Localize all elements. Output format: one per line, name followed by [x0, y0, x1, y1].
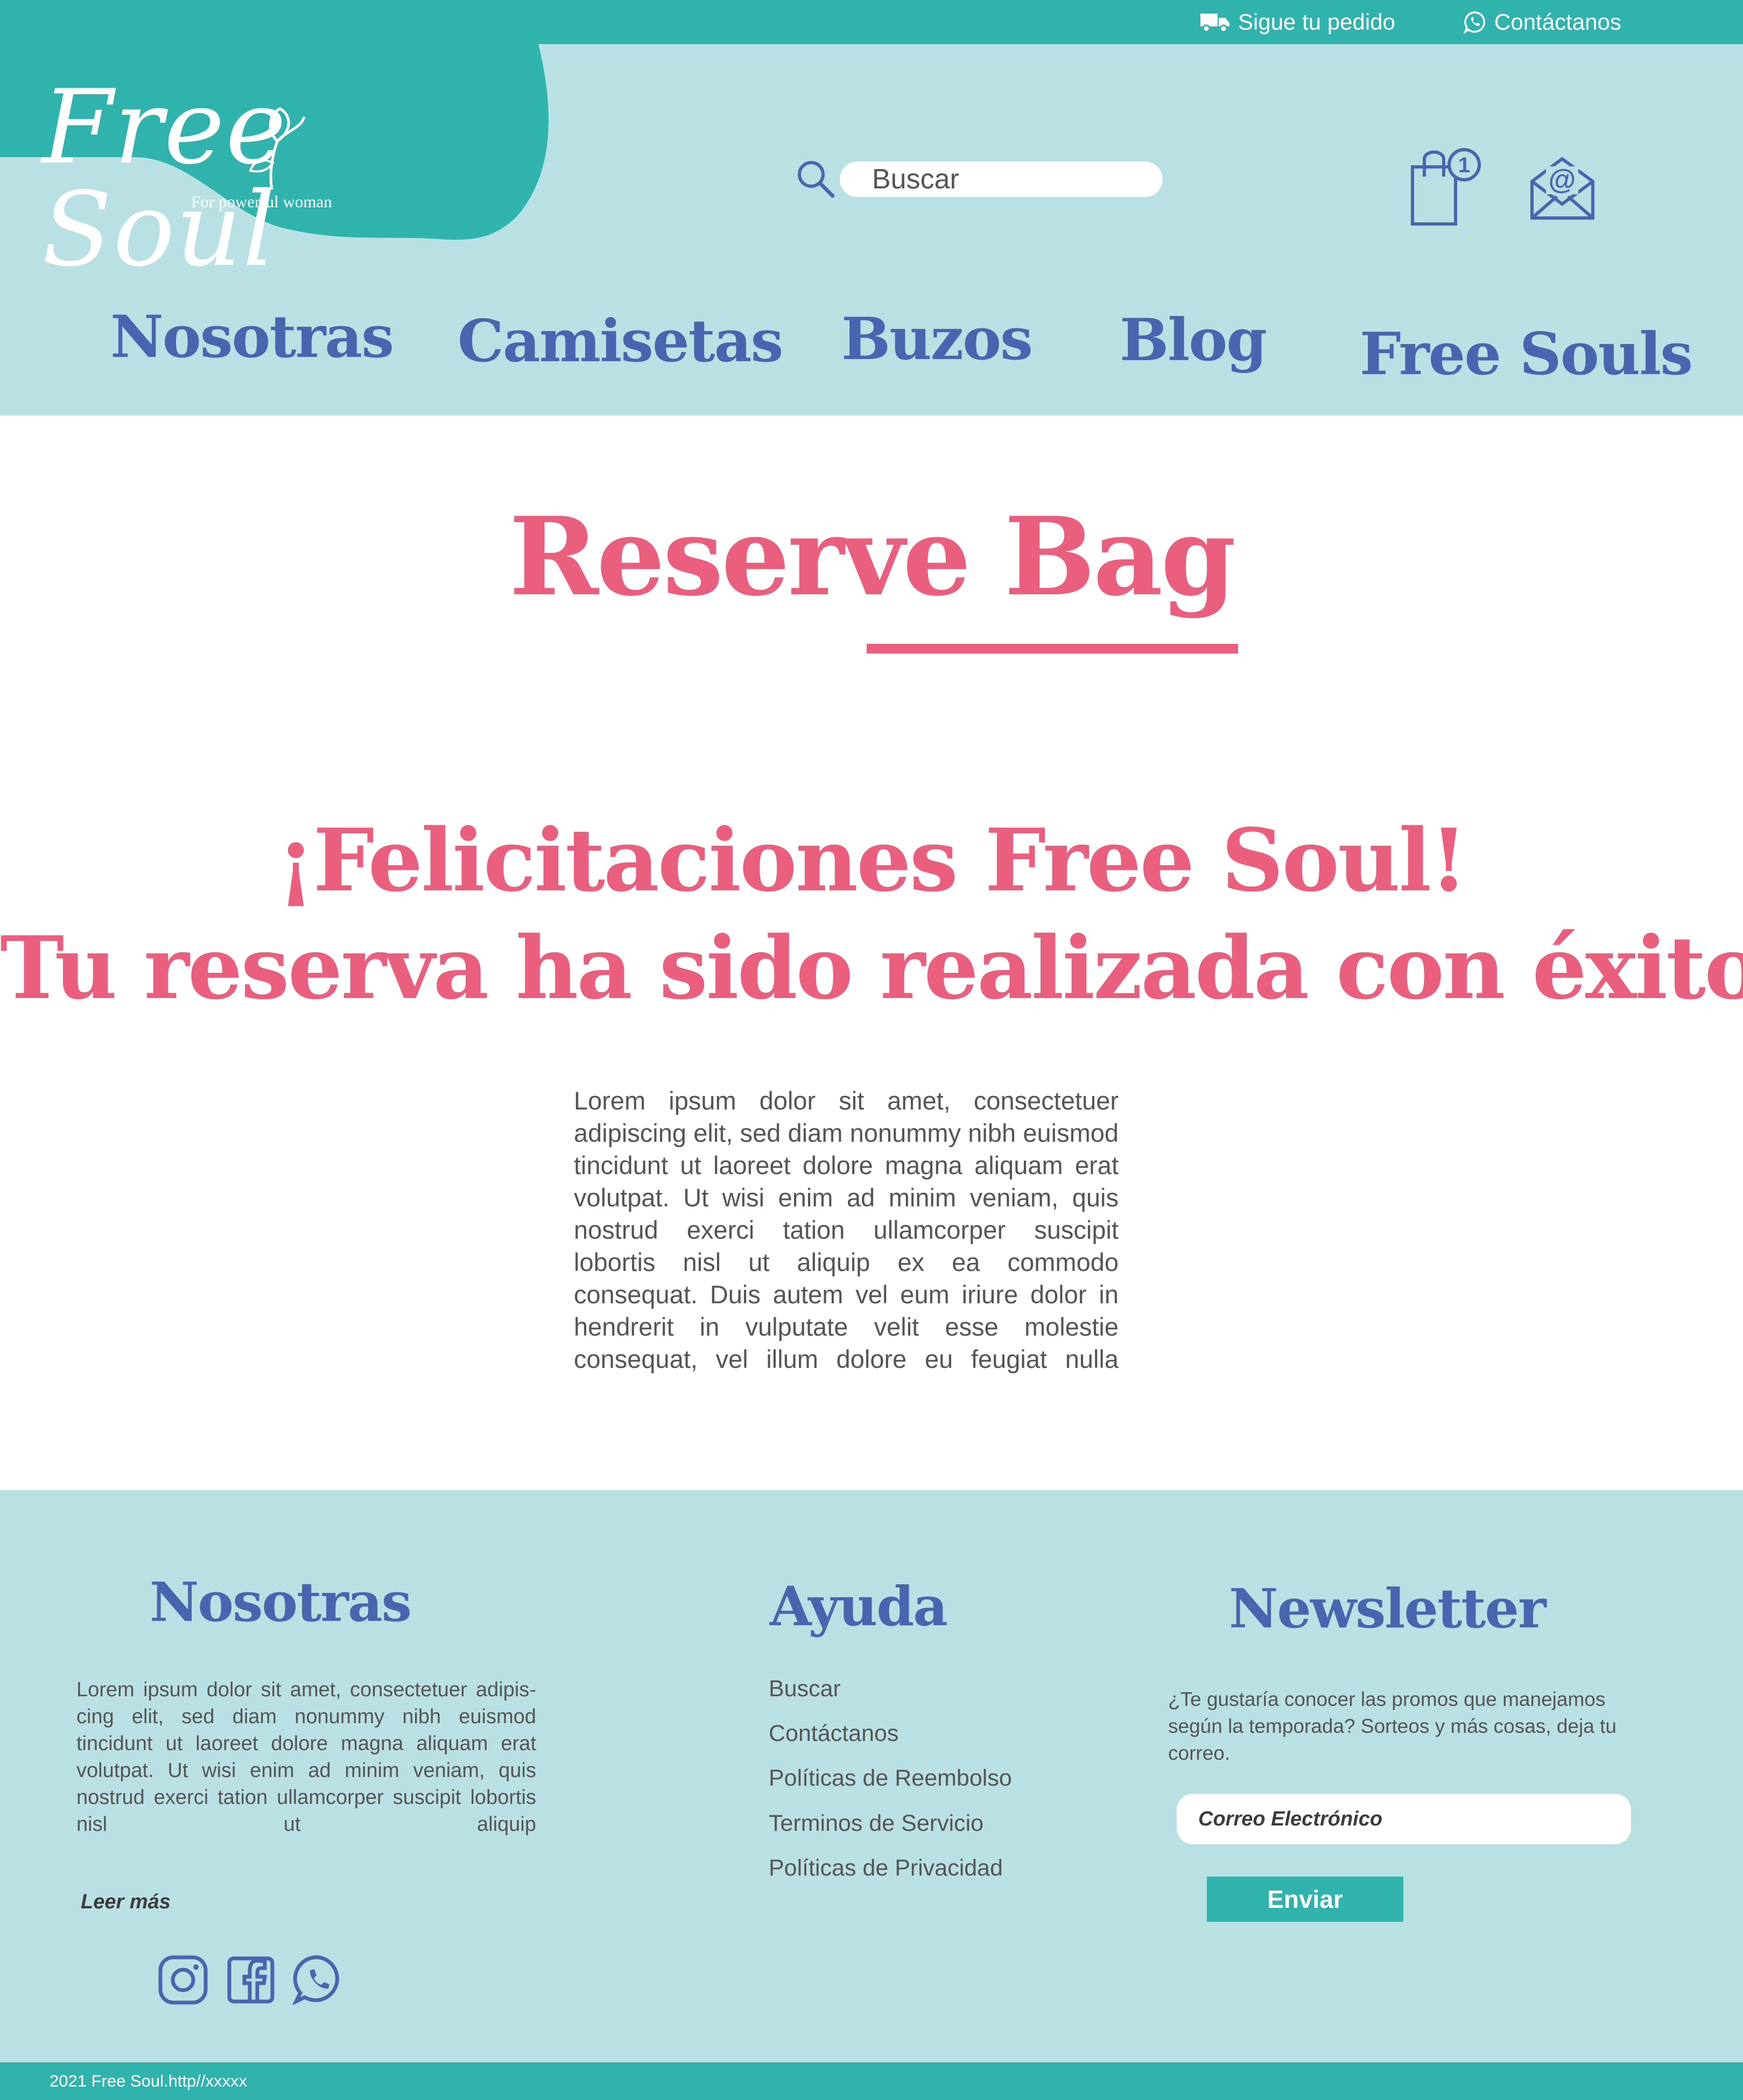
- title-underline: [867, 644, 1238, 654]
- help-link-reembolso[interactable]: Políticas de Reembolso: [769, 1767, 1012, 1790]
- nav-item-buzos[interactable]: Buzos: [841, 310, 1033, 368]
- bottom-bar: 2021 Free Soul.http//xxxxx: [0, 2062, 1743, 2100]
- copyright-text: 2021 Free Soul.http//xxxxx: [50, 2071, 248, 2090]
- whatsapp-icon: [1463, 11, 1486, 34]
- read-more-link[interactable]: Leer más: [81, 1891, 171, 1914]
- contact-label: Contáctanos: [1494, 9, 1621, 34]
- help-link-buscar[interactable]: Buscar: [769, 1677, 841, 1701]
- whatsapp-icon[interactable]: [293, 1954, 345, 2006]
- cart-badge: 1: [1458, 153, 1470, 177]
- newsletter-text: ¿Te gustaría conocer las promos que mane…: [1168, 1688, 1617, 1764]
- confirmation-subheading: Tu reserva ha sido realizada con éxito: [0, 917, 1743, 1019]
- help-link-terminos[interactable]: Terminos de Servicio: [769, 1812, 983, 1835]
- newsletter-email-input[interactable]: [1177, 1794, 1631, 1844]
- page-title: Reserve Bag: [509, 494, 1236, 620]
- svg-text:@: @: [1549, 164, 1576, 195]
- newsletter-send-button[interactable]: Enviar: [1207, 1877, 1403, 1922]
- footer-newsletter-heading: Newsletter: [1229, 1577, 1547, 1640]
- flower-icon: [249, 107, 306, 190]
- truck-icon: [1200, 13, 1229, 33]
- cart-button[interactable]: 1: [1410, 146, 1483, 227]
- header: Free Soul For powerful woman 1 @ Nosotra…: [0, 44, 1743, 416]
- contact-link[interactable]: Contáctanos: [1463, 5, 1621, 39]
- footer-help-heading: Ayuda: [770, 1575, 948, 1638]
- mail-icon[interactable]: @: [1529, 154, 1596, 222]
- facebook-icon[interactable]: [225, 1954, 277, 2006]
- nav-item-free-souls[interactable]: Free Souls: [1360, 325, 1693, 383]
- help-link-privacidad[interactable]: Políticas de Privacidad: [769, 1857, 1003, 1880]
- search-input[interactable]: [840, 161, 1163, 197]
- logo-tagline: For powerful woman: [191, 192, 332, 211]
- top-bar: Sigue tu pedido Contáctanos: [0, 0, 1743, 44]
- help-link-contactanos[interactable]: Contáctanos: [769, 1722, 898, 1745]
- track-order-label: Sigue tu pedido: [1238, 9, 1395, 34]
- footer-about-heading: Nosotras: [150, 1570, 412, 1634]
- search-icon[interactable]: [794, 157, 837, 200]
- footer-about-text: Lorem ipsum dolor sit amet, consectetuer…: [76, 1678, 536, 1836]
- nav-item-nosotras[interactable]: Nosotras: [110, 308, 394, 366]
- track-order-link[interactable]: Sigue tu pedido: [1199, 5, 1395, 39]
- confirmation-heading: ¡Felicitaciones Free Soul!: [277, 810, 1467, 911]
- shopping-bag-icon: 1: [1411, 148, 1481, 226]
- nav-item-camisetas[interactable]: Camisetas: [458, 312, 783, 370]
- nav-item-blog[interactable]: Blog: [1120, 311, 1267, 369]
- confirmation-body-text: Lorem ipsum dolor sit amet, consectetuer…: [574, 1086, 1119, 1373]
- instagram-icon[interactable]: [157, 1954, 209, 2006]
